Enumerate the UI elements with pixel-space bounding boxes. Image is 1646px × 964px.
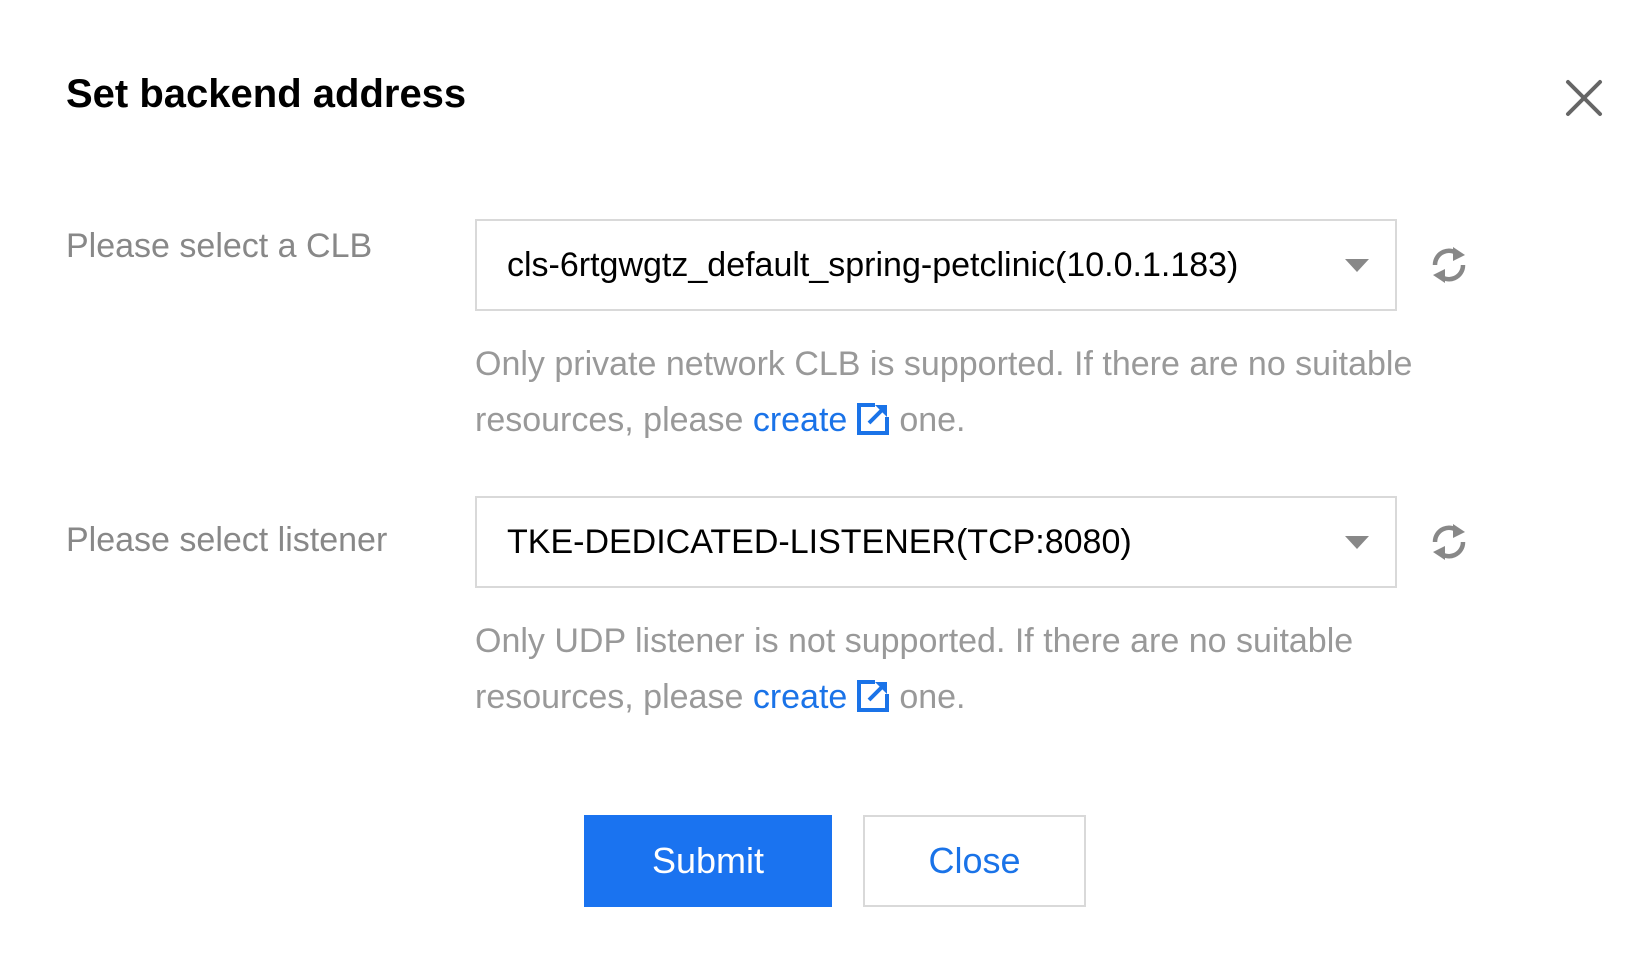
external-link-icon[interactable] [857,680,890,712]
listener-select-value: TKE-DEDICATED-LISTENER(TCP:8080) [507,523,1132,561]
listener-hint: Only UDP listener is not supported. If t… [475,613,1455,725]
set-backend-address-dialog: Set backend address Please select a CLB … [0,0,1646,964]
clb-hint: Only private network CLB is supported. I… [475,336,1535,448]
clb-refresh-icon[interactable] [1427,243,1471,287]
dialog-title: Set backend address [66,72,467,116]
listener-create-link[interactable]: create [753,678,848,716]
chevron-down-icon [1345,259,1369,272]
clb-select-value: cls-6rtgwgtz_default_spring-petclinic(10… [507,246,1239,284]
listener-select[interactable]: TKE-DEDICATED-LISTENER(TCP:8080) [475,496,1397,588]
listener-hint-suffix: one. [899,678,966,716]
clb-hint-suffix: one. [899,401,966,439]
close-icon[interactable] [1564,78,1604,118]
chevron-down-icon [1345,536,1369,549]
listener-refresh-icon[interactable] [1427,520,1471,564]
submit-button[interactable]: Submit [584,815,832,907]
clb-label: Please select a CLB [66,227,373,265]
clb-create-link[interactable]: create [753,401,848,439]
close-button[interactable]: Close [863,815,1086,907]
listener-label: Please select listener [66,521,388,559]
clb-select[interactable]: cls-6rtgwgtz_default_spring-petclinic(10… [475,219,1397,311]
external-link-icon[interactable] [857,403,890,435]
